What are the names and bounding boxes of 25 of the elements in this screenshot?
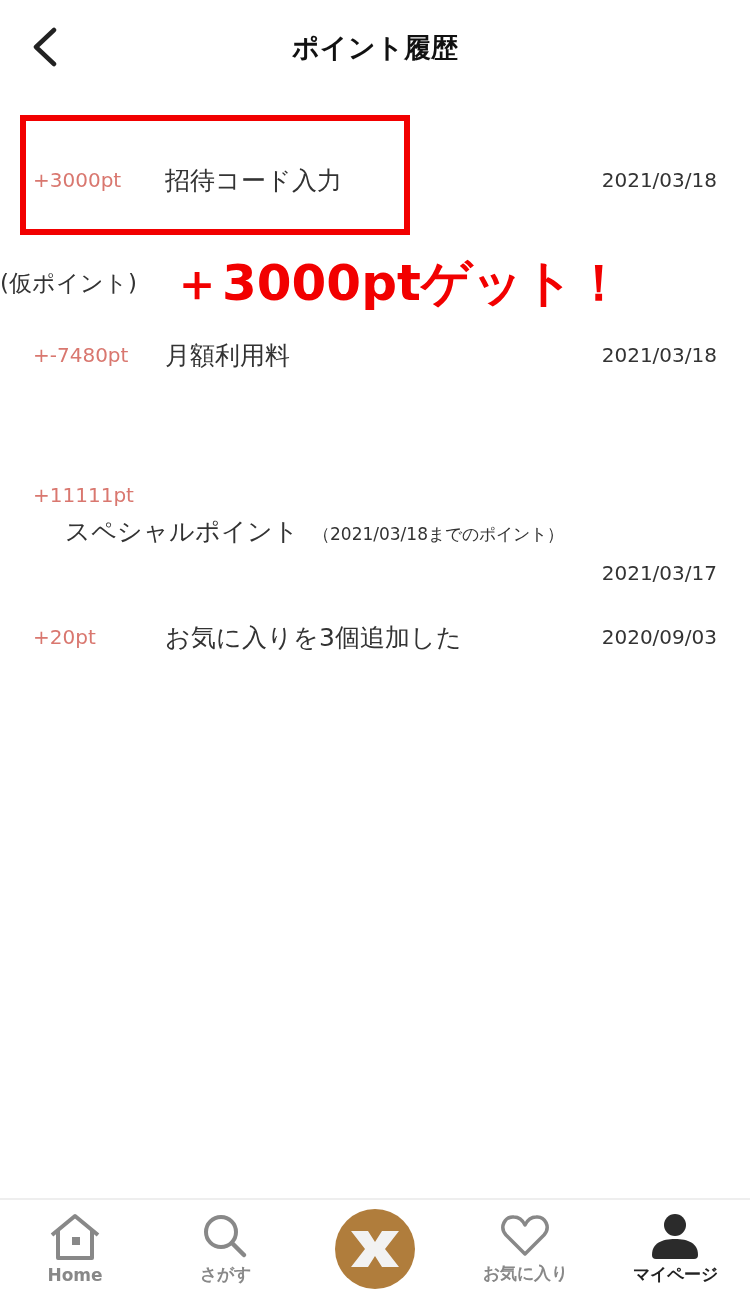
home-icon: [48, 1213, 102, 1261]
entry-date: 2021/03/17: [601, 561, 717, 585]
logo-icon: [335, 1209, 415, 1289]
annotation-text: ＋3000ptゲット！: [172, 252, 624, 314]
entry-date: 2021/03/18: [601, 168, 717, 192]
provisional-label: (仮ポイント): [0, 268, 138, 298]
point-amount: +20pt: [33, 625, 97, 649]
tab-item[interactable]: マイページ: [600, 1200, 750, 1298]
heart-icon: [500, 1213, 550, 1258]
entry-title: 月額利用料: [165, 339, 290, 372]
page-title: ポイント履歴: [292, 30, 458, 65]
tab-item[interactable]: さがす: [150, 1200, 300, 1298]
search-icon: [202, 1212, 248, 1259]
entry-title: 招待コード入力: [165, 164, 342, 197]
entry-note: （2021/03/18までのポイント）: [313, 523, 564, 546]
tab-item[interactable]: Home: [0, 1200, 150, 1298]
entry-title: スペシャルポイント: [65, 516, 299, 548]
point-amount: +3000pt: [33, 168, 123, 192]
person-icon: [650, 1212, 700, 1259]
entry-date: 2021/03/18: [601, 343, 717, 367]
entry-title: お気に入りを3個追加した: [165, 621, 462, 654]
point-amount: +-7480pt: [33, 343, 130, 367]
point-amount: +11111pt: [33, 483, 135, 509]
entry-date: 2020/09/03: [601, 625, 717, 649]
tab-item[interactable]: お気に入り: [450, 1200, 600, 1298]
